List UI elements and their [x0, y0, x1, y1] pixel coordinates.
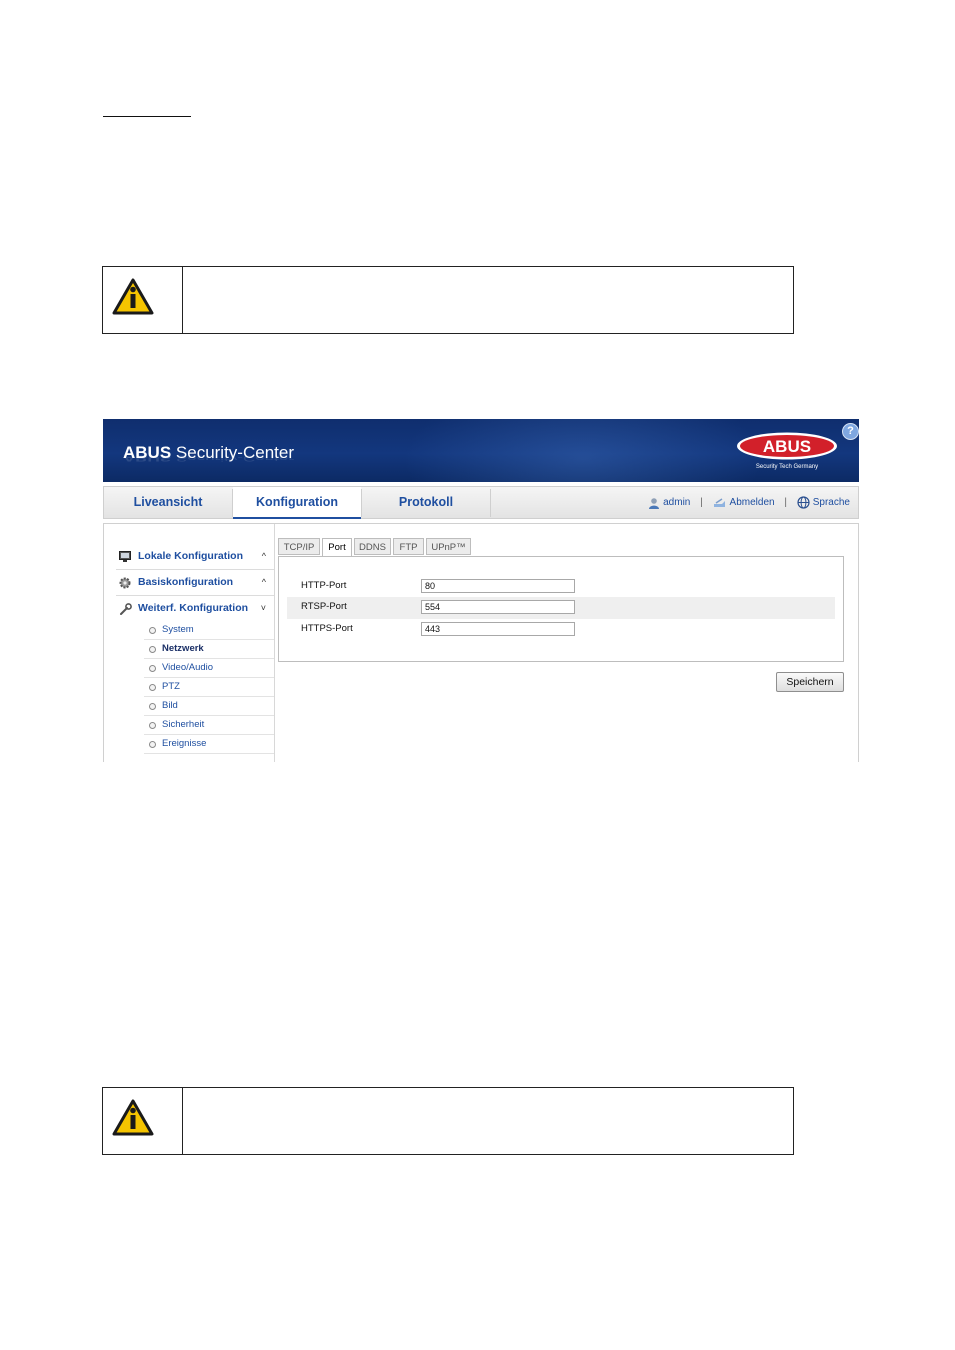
subtab-upnp[interactable]: UPnP™	[426, 538, 471, 555]
tab-liveansicht[interactable]: Liveansicht	[104, 487, 232, 518]
main-nav: Liveansicht Konfiguration Protokoll admi…	[103, 486, 859, 519]
info-note-box-2	[102, 1087, 794, 1155]
security-center-screenshot: ABUS Security-Center ABUS Security-Cente…	[103, 419, 859, 762]
heading-underline	[103, 116, 191, 117]
rtsp-port-row: RTSP-Port 554	[287, 597, 835, 619]
abus-logo: ABUS Security Tech Germany	[737, 432, 837, 470]
sidebar-item-weiterf-konfiguration[interactable]: Weiterf. Konfiguration ˅	[116, 596, 274, 621]
wrench-icon	[120, 603, 132, 615]
chevron-up-icon: ^	[261, 551, 266, 561]
submenu-weiterf-konfiguration: System Netzwerk Video/Audio PTZ Bild Sic…	[144, 621, 274, 754]
sidebar-divider	[274, 524, 275, 762]
http-port-input[interactable]: 80	[421, 579, 575, 593]
http-port-row: HTTP-Port 80	[287, 576, 835, 598]
info-icon-cell	[103, 1088, 183, 1154]
https-port-row: HTTPS-Port 443	[287, 619, 835, 641]
port-settings-panel: HTTP-Port 80 RTSP-Port 554 HTTPS-Port 44…	[278, 556, 844, 662]
submenu-item-ereignisse[interactable]: Ereignisse	[144, 735, 274, 754]
help-button[interactable]: ?	[842, 423, 859, 440]
sidebar-item-lokale-konfiguration[interactable]: Lokale Konfiguration ^	[116, 544, 274, 570]
user-name: admin	[663, 497, 691, 508]
https-port-label: HTTPS-Port	[301, 623, 353, 634]
content-area: Lokale Konfiguration ^ Basiskonfiguratio…	[103, 523, 859, 762]
tab-konfiguration[interactable]: Konfiguration	[233, 487, 361, 519]
sidebar-item-label: Lokale Konfiguration	[138, 550, 243, 562]
sidebar-item-basiskonfiguration[interactable]: Basiskonfiguration ^	[116, 570, 274, 596]
sidebar-item-label: Basiskonfiguration	[138, 576, 234, 588]
monitor-icon	[119, 551, 131, 562]
tab-protokoll[interactable]: Protokoll	[362, 487, 490, 518]
logout-icon	[713, 497, 725, 507]
submenu-item-ptz[interactable]: PTZ	[144, 678, 274, 697]
info-note-box	[102, 266, 794, 334]
rtsp-port-input[interactable]: 554	[421, 600, 575, 614]
warning-info-icon	[112, 1099, 154, 1136]
warning-info-icon	[112, 278, 154, 315]
subtab-tcpip[interactable]: TCP/IP	[278, 538, 320, 555]
http-port-label: HTTP-Port	[301, 580, 347, 591]
header-banner: ABUS Security-Center ABUS Security-Cente…	[103, 419, 859, 482]
app-title-reflection: ABUS Security-Center	[123, 453, 294, 464]
submenu-item-bild[interactable]: Bild	[144, 697, 274, 716]
subtab-port[interactable]: Port	[322, 538, 352, 557]
submenu-item-sicherheit[interactable]: Sicherheit	[144, 716, 274, 735]
subtab-ddns[interactable]: DDNS	[354, 538, 391, 555]
chevron-down-icon: ˅	[260, 603, 266, 613]
sidebar-item-label: Weiterf. Konfiguration	[138, 602, 249, 614]
svg-text:Security Tech Germany: Security Tech Germany	[756, 464, 818, 470]
subtab-ftp[interactable]: FTP	[393, 538, 424, 555]
info-icon-cell	[103, 267, 183, 333]
user-icon	[649, 497, 660, 509]
submenu-item-netzwerk[interactable]: Netzwerk	[144, 640, 274, 659]
logout-link[interactable]: Abmelden	[730, 487, 775, 518]
chevron-up-icon: ^	[261, 577, 266, 587]
language-link[interactable]: Sprache	[813, 487, 850, 518]
submenu-item-system[interactable]: System	[144, 621, 274, 640]
sidebar: Lokale Konfiguration ^ Basiskonfiguratio…	[116, 544, 274, 754]
svg-text:ABUS: ABUS	[763, 437, 811, 456]
user-area: admin | Abmelden | Sprache	[648, 487, 850, 518]
https-port-input[interactable]: 443	[421, 622, 575, 636]
gear-icon	[119, 577, 131, 589]
save-button[interactable]: Speichern	[776, 672, 844, 692]
globe-icon	[797, 496, 810, 509]
rtsp-port-label: RTSP-Port	[301, 601, 347, 612]
submenu-item-video-audio[interactable]: Video/Audio	[144, 659, 274, 678]
